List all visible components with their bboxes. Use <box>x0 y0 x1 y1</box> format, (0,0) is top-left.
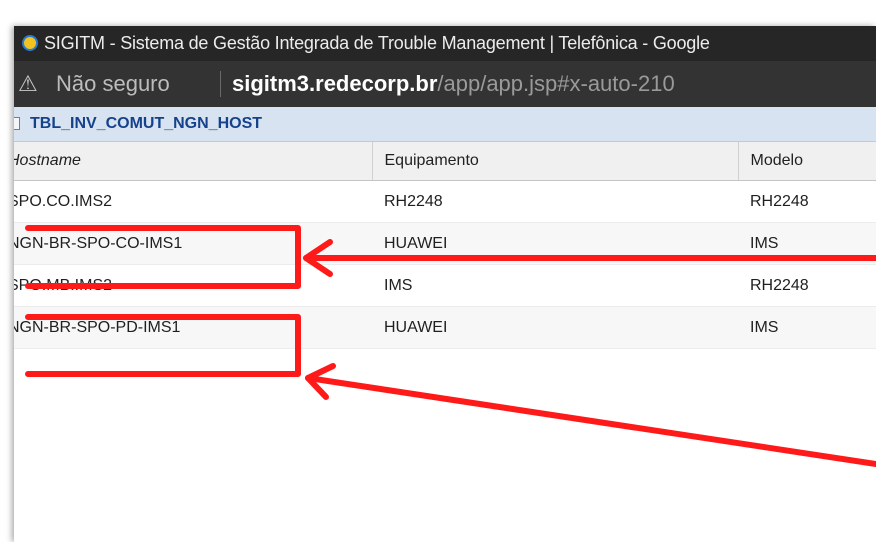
address-bar[interactable]: ⚠ Não seguro sigitm3.redecorp.br/app/app… <box>14 61 876 107</box>
address-separator <box>220 71 221 97</box>
column-header-modelo[interactable]: Modelo <box>738 142 876 181</box>
panel-title: TBL_INV_COMUT_NGN_HOST <box>30 115 263 132</box>
cell-modelo: IMS <box>738 306 876 349</box>
column-header-hostname[interactable]: Hostname <box>14 142 373 181</box>
cell-hostname: SPO.CO.IMS2 <box>14 180 372 223</box>
host-table: Hostname Equipamento Modelo SPO.CO.IMS2 … <box>14 142 876 349</box>
cell-equipamento: IMS <box>372 264 738 307</box>
cell-modelo: RH2248 <box>738 264 876 307</box>
cell-hostname: NGN-BR-SPO-CO-IMS1 <box>14 222 372 265</box>
window-title: SIGITM - Sistema de Gestão Integrada de … <box>44 33 710 53</box>
cell-modelo: RH2248 <box>738 180 876 223</box>
browser-title-bar: SIGITM - Sistema de Gestão Integrada de … <box>14 26 876 61</box>
url-path: /app/app.jsp#x-auto-210 <box>437 71 675 96</box>
panel-header: TBL_INV_COMUT_NGN_HOST <box>14 107 876 142</box>
favicon-icon <box>22 35 38 51</box>
url-text[interactable]: sigitm3.redecorp.br/app/app.jsp#x-auto-2… <box>232 61 675 107</box>
table-row[interactable]: SPO.CO.IMS2 RH2248 RH2248 <box>14 180 876 223</box>
table-row[interactable]: NGN-BR-SPO-CO-IMS1 HUAWEI IMS <box>14 222 876 265</box>
warning-icon[interactable]: ⚠ <box>18 61 38 107</box>
browser-window: SIGITM - Sistema de Gestão Integrada de … <box>14 26 876 542</box>
url-host: sigitm3.redecorp.br <box>232 71 438 96</box>
column-header-equipamento[interactable]: Equipamento <box>372 142 739 181</box>
table-header-row: Hostname Equipamento Modelo <box>14 142 876 181</box>
cell-modelo: IMS <box>738 222 876 265</box>
table-row[interactable]: NGN-BR-SPO-PD-IMS1 HUAWEI IMS <box>14 306 876 349</box>
cell-equipamento: HUAWEI <box>372 222 738 265</box>
grid-icon <box>14 117 20 130</box>
cell-equipamento: HUAWEI <box>372 306 738 349</box>
cell-hostname: NGN-BR-SPO-PD-IMS1 <box>14 306 372 349</box>
cell-equipamento: RH2248 <box>372 180 738 223</box>
table-row[interactable]: SPO.MB.IMS2 IMS RH2248 <box>14 264 876 307</box>
cell-hostname: SPO.MB.IMS2 <box>14 264 372 307</box>
security-label[interactable]: Não seguro <box>56 61 170 107</box>
